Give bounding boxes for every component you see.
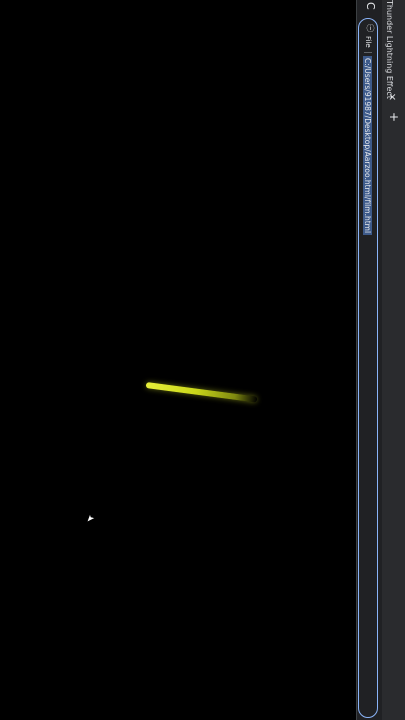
info-icon[interactable]: ⓘ <box>365 24 376 32</box>
url-text[interactable]: C:/Users/91987/Desktop/Aarzoo.html/film.… <box>363 56 372 236</box>
url-scheme-label: File <box>364 36 372 53</box>
reload-icon[interactable]: C <box>364 2 377 10</box>
mouse-pointer-icon <box>86 513 96 523</box>
browser-window: Thunder Lightning Effect × + C ⓘ File C:… <box>0 0 405 720</box>
tab-close-icon[interactable]: × <box>387 92 398 103</box>
lightning-canvas <box>0 0 356 720</box>
tab-title[interactable]: Thunder Lightning Effect <box>385 0 394 99</box>
new-tab-icon[interactable]: + <box>387 112 401 122</box>
tab-strip <box>382 0 405 720</box>
